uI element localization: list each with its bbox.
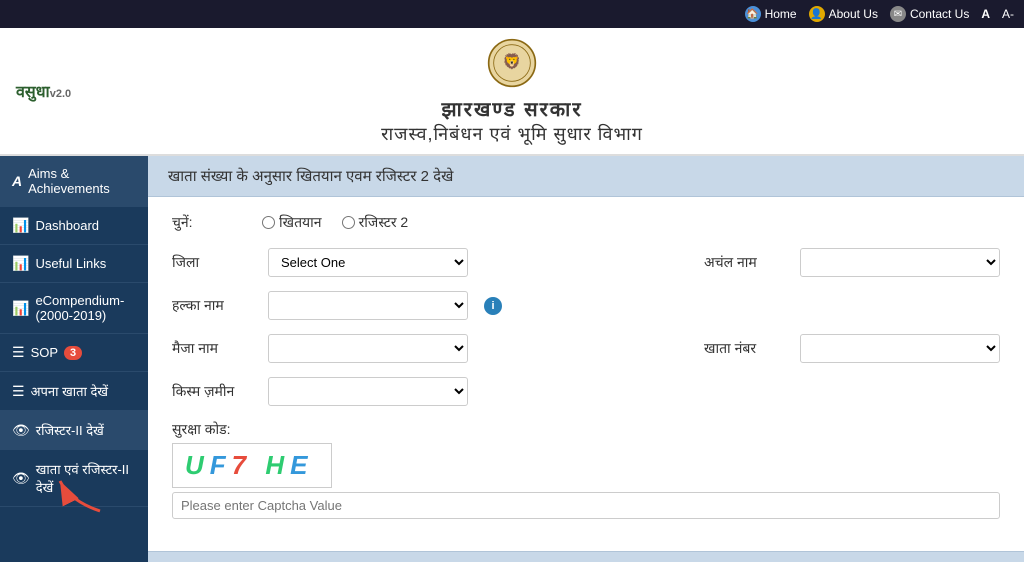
radio-khityan-input[interactable] xyxy=(262,216,275,229)
about-label: About Us xyxy=(829,7,878,21)
contact-label: Contact Us xyxy=(910,7,969,21)
captcha-input[interactable] xyxy=(172,492,1000,519)
top-nav-bar: 🏠 Home 👤 About Us ✉ Contact Us A A- xyxy=(0,0,1024,28)
sidebar-item-dashboard[interactable]: 📊 Dashboard xyxy=(0,207,148,245)
sidebar-label-aims: Aims & Achievements xyxy=(28,166,136,196)
home-label: Home xyxy=(765,7,797,21)
main-layout: A Aims & Achievements 📊 Dashboard 📊 Usef… xyxy=(0,156,1024,562)
about-icon: 👤 xyxy=(809,6,825,22)
khata-register-icon: 👁 xyxy=(12,470,30,487)
sidebar-item-khata-register[interactable]: 👁 खाता एवं रजिस्टर-II देखें xyxy=(0,450,148,507)
captcha-char-2: F xyxy=(210,450,232,480)
choose-label: चुनें: xyxy=(172,213,252,232)
brand-logo: वसुधाv2.0 xyxy=(16,80,71,102)
radio-register2-input[interactable] xyxy=(342,216,355,229)
sidebar-label-khata-register: खाता एवं रजिस्टर-II देखें xyxy=(36,460,136,496)
mauja-label: मैजा नाम xyxy=(172,339,252,358)
brand-version: v2.0 xyxy=(50,88,71,100)
apna-khata-icon: ☰ xyxy=(12,383,25,400)
anchal-select[interactable] xyxy=(800,248,1000,277)
page-heading-bar: खाता संख्या के अनुसार खितयान एवम रजिस्टर… xyxy=(148,156,1024,197)
aims-icon: A xyxy=(12,173,22,189)
kism-row: किस्म ज़मीन xyxy=(172,377,1000,406)
home-nav[interactable]: 🏠 Home xyxy=(745,6,797,22)
accessibility-a[interactable]: A xyxy=(981,7,990,21)
khata-select[interactable] xyxy=(800,334,1000,363)
district-label: जिला xyxy=(172,253,252,272)
sidebar: A Aims & Achievements 📊 Dashboard 📊 Usef… xyxy=(0,156,148,562)
captcha-char-5: H xyxy=(265,450,290,480)
sidebar-label-dashboard: Dashboard xyxy=(35,218,99,233)
home-icon: 🏠 xyxy=(745,6,761,22)
sop-icon: ☰ xyxy=(12,344,25,361)
page-heading: खाता संख्या के अनुसार खितयान एवम रजिस्टर… xyxy=(168,168,453,185)
footer-button-bar: खितयान रजिस्टर 2 Cancel xyxy=(148,551,1024,562)
sidebar-label-register2: रजिस्टर-II देखें xyxy=(36,421,104,439)
contact-icon: ✉ xyxy=(890,6,906,22)
info-icon[interactable]: i xyxy=(484,297,502,315)
sidebar-item-aims[interactable]: A Aims & Achievements xyxy=(0,156,148,207)
captcha-char-6: E xyxy=(290,450,313,480)
gov-emblem: 🦁 xyxy=(487,38,537,88)
sidebar-label-apna-khata: अपना खाता देखें xyxy=(31,382,108,400)
header-title: झारखण्ड सरकार xyxy=(0,95,1024,122)
mauja-row: मैजा नाम खाता नंबर xyxy=(172,334,1000,363)
captcha-char-4 xyxy=(252,450,265,480)
captcha-label: सुरक्षा कोड: xyxy=(172,420,1000,439)
form-area: चुनें: खितयान रजिस्टर 2 जिला xyxy=(148,197,1024,547)
radio-register2[interactable]: रजिस्टर 2 xyxy=(342,213,409,232)
main-content: खाता संख्या के अनुसार खितयान एवम रजिस्टर… xyxy=(148,156,1024,562)
halka-label: हल्का नाम xyxy=(172,296,252,315)
khata-label: खाता नंबर xyxy=(704,339,784,358)
mauja-select[interactable] xyxy=(268,334,468,363)
sidebar-label-sop: SOP xyxy=(31,345,58,360)
captcha-char-3: 7 xyxy=(232,450,252,480)
brand-name: वसुधा xyxy=(16,84,50,101)
radio-group: खितयान रजिस्टर 2 xyxy=(262,213,408,232)
sop-badge: 3 xyxy=(64,346,82,360)
radio-register2-label: रजिस्टर 2 xyxy=(359,213,409,232)
sidebar-item-useful-links[interactable]: 📊 Useful Links xyxy=(0,245,148,283)
choose-row: चुनें: खितयान रजिस्टर 2 xyxy=(172,213,1000,232)
ecompendium-icon: 📊 xyxy=(12,300,29,317)
captcha-section: सुरक्षा कोड: UF7 HE xyxy=(172,420,1000,519)
halka-select[interactable] xyxy=(268,291,468,320)
radio-khityan[interactable]: खितयान xyxy=(262,213,322,232)
sidebar-label-ecompendium: eCompendium-(2000-2019) xyxy=(35,293,136,323)
halka-row: हल्का नाम i xyxy=(172,291,1000,320)
captcha-char-1: U xyxy=(185,450,210,480)
about-nav[interactable]: 👤 About Us xyxy=(809,6,878,22)
kism-select[interactable] xyxy=(268,377,468,406)
contact-nav[interactable]: ✉ Contact Us xyxy=(890,6,969,22)
captcha-image: UF7 HE xyxy=(172,443,332,488)
accessibility-a-minus[interactable]: A- xyxy=(1002,7,1014,21)
radio-khityan-label: खितयान xyxy=(279,213,322,232)
sidebar-item-register2[interactable]: 👁 रजिस्टर-II देखें xyxy=(0,411,148,450)
sidebar-item-apna-khata[interactable]: ☰ अपना खाता देखें xyxy=(0,372,148,411)
district-row: जिला Select One अचंल नाम xyxy=(172,248,1000,277)
dashboard-icon: 📊 xyxy=(12,217,29,234)
sidebar-item-ecompendium[interactable]: 📊 eCompendium-(2000-2019) xyxy=(0,283,148,334)
anchal-label: अचंल नाम xyxy=(704,253,784,272)
svg-text:🦁: 🦁 xyxy=(503,52,522,70)
useful-links-icon: 📊 xyxy=(12,255,29,272)
page-header: वसुधाv2.0 🦁 झारखण्ड सरकार राजस्व,निबंधन … xyxy=(0,28,1024,156)
header-subtitle: राजस्व,निबंधन एवं भूमि सुधार विभाग xyxy=(0,122,1024,146)
sidebar-label-useful-links: Useful Links xyxy=(35,256,106,271)
register2-icon: 👁 xyxy=(12,422,30,439)
kism-label: किस्म ज़मीन xyxy=(172,382,252,401)
district-select[interactable]: Select One xyxy=(268,248,468,277)
sidebar-item-sop[interactable]: ☰ SOP 3 xyxy=(0,334,148,372)
